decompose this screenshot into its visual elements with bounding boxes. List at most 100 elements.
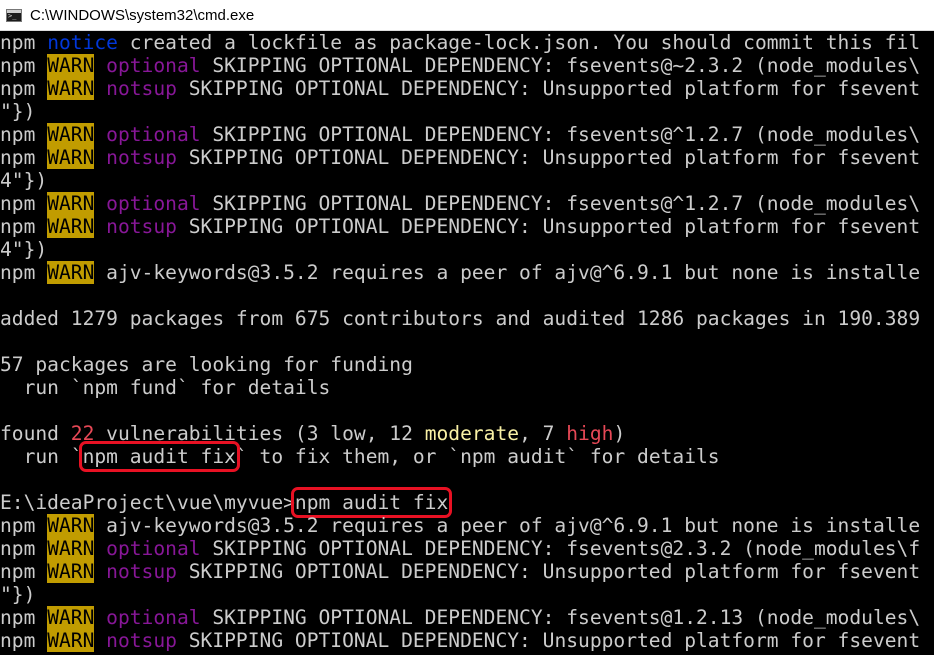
console-line: npm WARN optional SKIPPING OPTIONAL DEPE… — [0, 123, 934, 146]
console-line: npm WARN notsup SKIPPING OPTIONAL DEPEND… — [0, 629, 934, 652]
console-text: SKIPPING OPTIONAL DEPENDENCY: Unsupporte… — [176, 629, 921, 652]
console-line: npm WARN optional SKIPPING OPTIONAL DEPE… — [0, 192, 934, 215]
console-line: found 22 vulnerabilities (3 low, 12 mode… — [0, 422, 934, 445]
console-text: SKIPPING OPTIONAL DEPENDENCY: fsevents@^… — [200, 192, 921, 215]
console-text: npm — [0, 54, 48, 77]
level-label: optional — [106, 192, 201, 215]
console-text: npm — [0, 192, 48, 215]
console-text: run `npm fund` for details — [0, 376, 331, 399]
console-text: run ` — [0, 445, 83, 468]
console-text: ajv-keywords@3.5.2 requires a peer of aj… — [94, 261, 921, 284]
level-label: optional — [106, 537, 201, 560]
console-text: SKIPPING OPTIONAL DEPENDENCY: fsevents@~… — [200, 54, 921, 77]
console-text: ) — [613, 422, 626, 445]
highlighted-command: npm audit fix — [290, 487, 453, 518]
console-text: npm — [0, 123, 48, 146]
level-label: optional — [106, 123, 201, 146]
console-text: SKIPPING OPTIONAL DEPENDENCY: fsevents@2… — [200, 537, 921, 560]
console-text: created a lockfile as package-lock.json.… — [117, 31, 921, 54]
level-label: notsup — [106, 215, 177, 238]
console-text: npm — [0, 606, 48, 629]
console-text: npm — [0, 146, 48, 169]
console-text: npm — [0, 31, 48, 54]
console-line: npm WARN notsup SKIPPING OPTIONAL DEPEND… — [0, 77, 934, 100]
warn-badge: WARN — [47, 629, 95, 652]
console-line: npm WARN ajv-keywords@3.5.2 requires a p… — [0, 261, 934, 284]
level-label: notsup — [106, 560, 177, 583]
title-bar[interactable]: C:\WINDOWS\system32\cmd.exe — [0, 0, 934, 31]
warn-badge: WARN — [47, 146, 95, 169]
console-text: SKIPPING OPTIONAL DEPENDENCY: Unsupporte… — [176, 77, 921, 100]
console-line: npm WARN notsup SKIPPING OPTIONAL DEPEND… — [0, 146, 934, 169]
console-line: npm WARN notsup SKIPPING OPTIONAL DEPEND… — [0, 560, 934, 583]
console-text: E:\ideaProject\vue\myvue> — [0, 491, 295, 514]
warn-badge: WARN — [47, 514, 95, 537]
warn-badge: WARN — [47, 261, 95, 284]
console-text: "}) — [0, 100, 36, 123]
severity-text: high — [566, 422, 614, 445]
warn-badge: WARN — [47, 192, 95, 215]
level-label: notsup — [106, 146, 177, 169]
console-line: npm notice created a lockfile as package… — [0, 31, 934, 54]
console-output[interactable]: npm notice created a lockfile as package… — [0, 31, 934, 655]
warn-badge: WARN — [47, 215, 95, 238]
severity-text: 22 — [70, 422, 95, 445]
level-label: optional — [106, 54, 201, 77]
console-line: npm WARN optional SKIPPING OPTIONAL DEPE… — [0, 54, 934, 77]
console-line: "}) — [0, 100, 934, 123]
console-line: added 1279 packages from 675 contributor… — [0, 307, 934, 330]
severity-text: moderate — [424, 422, 520, 445]
console-line: 4"}) — [0, 169, 934, 192]
console-text: ` to fix them, or `npm audit` for detail… — [235, 445, 720, 468]
console-text: npm — [0, 215, 48, 238]
console-text: SKIPPING OPTIONAL DEPENDENCY: Unsupporte… — [176, 215, 921, 238]
console-line: npm WARN optional SKIPPING OPTIONAL DEPE… — [0, 606, 934, 629]
level-label: notsup — [106, 77, 177, 100]
console-text: SKIPPING OPTIONAL DEPENDENCY: Unsupporte… — [176, 560, 921, 583]
console-text: npm — [0, 560, 48, 583]
console-line: E:\ideaProject\vue\myvue>npm audit fix — [0, 487, 934, 518]
level-label: notsup — [106, 629, 177, 652]
console-text: "}) — [0, 583, 36, 606]
console-text: npm — [0, 77, 48, 100]
window-title: C:\WINDOWS\system32\cmd.exe — [30, 6, 255, 24]
console-text: 4"}) — [0, 238, 48, 261]
console-text: 4"}) — [0, 169, 48, 192]
notice-label: notice — [47, 31, 118, 54]
console-text: SKIPPING OPTIONAL DEPENDENCY: fsevents@1… — [200, 606, 921, 629]
console-line: npm WARN notsup SKIPPING OPTIONAL DEPEND… — [0, 215, 934, 238]
console-text: found — [0, 422, 71, 445]
warn-badge: WARN — [47, 537, 95, 560]
warn-badge: WARN — [47, 560, 95, 583]
warn-badge: WARN — [47, 77, 95, 100]
warn-badge: WARN — [47, 54, 95, 77]
console-line: npm WARN optional SKIPPING OPTIONAL DEPE… — [0, 537, 934, 560]
level-label: optional — [106, 606, 201, 629]
console-line: "}) — [0, 583, 934, 606]
console-line: 4"}) — [0, 238, 934, 261]
warn-badge: WARN — [47, 606, 95, 629]
cmd-icon — [6, 8, 22, 22]
console-text: SKIPPING OPTIONAL DEPENDENCY: fsevents@^… — [200, 123, 921, 146]
console-text: SKIPPING OPTIONAL DEPENDENCY: Unsupporte… — [176, 146, 921, 169]
console-line: 57 packages are looking for funding — [0, 353, 934, 376]
highlighted-command: npm audit fix — [78, 441, 240, 472]
console-line: run `npm audit fix` to fix them, or `npm… — [0, 441, 934, 472]
console-text: npm — [0, 537, 48, 560]
cmd-window: C:\WINDOWS\system32\cmd.exe npm notice c… — [0, 0, 934, 655]
console-text: npm — [0, 514, 48, 537]
console-text: added 1279 packages from 675 contributor… — [0, 307, 921, 330]
